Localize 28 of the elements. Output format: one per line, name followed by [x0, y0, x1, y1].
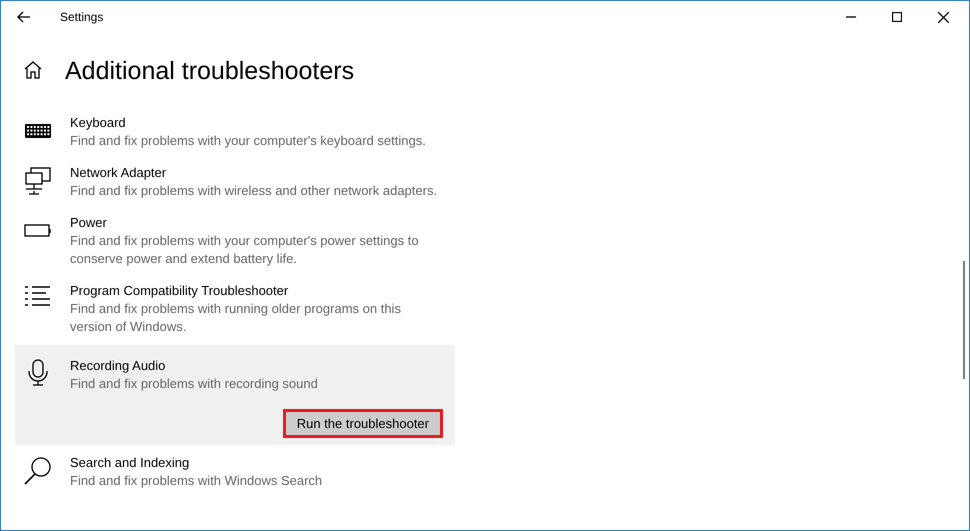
scrollbar-thumb[interactable]: [963, 261, 965, 379]
troubleshooter-name: Network Adapter: [70, 164, 168, 182]
window-title: Settings: [60, 10, 104, 24]
troubleshooter-item[interactable]: Power Find and fix problems with your computer's power settings to conserve power and extend battery life.: [15, 207, 455, 275]
troubleshooter-name: Keyboard: [70, 114, 127, 132]
troubleshooter-item[interactable]: Network Adapter Find and fix problems with wireless and other network adapters.: [15, 157, 455, 207]
troubleshooter-description: Find and fix problems with recording sound: [70, 375, 319, 393]
troubleshooter-name: Search and Indexing: [70, 454, 190, 472]
troubleshooter-description: Find and fix problems with your computer's keyboard settings.: [70, 132, 427, 150]
run-troubleshooter-button[interactable]: Run the troubleshooter: [282, 409, 443, 438]
troubleshooter-name: Power: [70, 214, 108, 232]
page-title: Additional troubleshooters: [65, 56, 354, 86]
search-icon: [23, 455, 53, 485]
troubleshooter-name: Recording Audio: [70, 357, 166, 375]
troubleshooter-item-selected[interactable]: Recording Audio Find and fix problems with recording sound Run the troubleshooter: [15, 345, 455, 445]
troubleshooter-description: Find and fix problems with your computer's power settings to conserve power and extend battery life.: [70, 232, 420, 268]
home-icon: [23, 60, 43, 80]
troubleshooter-item[interactable]: Program Compatibility Troubleshooter Find and fix problems with running older programs on this version of Windows.: [15, 275, 455, 343]
maximize-icon: [892, 12, 902, 22]
troubleshooter-description: Find and fix problems with wireless and other network adapters.: [70, 182, 438, 200]
troubleshooter-item[interactable]: Keyboard Find and fix problems with your computer's keyboard settings.: [15, 107, 455, 157]
troubleshooter-description: Find and fix problems with Windows Search: [70, 472, 324, 490]
close-icon: [938, 12, 948, 22]
network-icon: [23, 165, 53, 195]
troubleshooter-description: Find and fix problems with running older programs on this version of Windows.: [70, 300, 402, 336]
troubleshooter-item[interactable]: Search and Indexing Find and fix problems with Windows Search: [15, 447, 455, 497]
back-arrow-icon: [17, 11, 31, 23]
troubleshooter-name: Program Compatibility Troubleshooter: [70, 282, 290, 300]
